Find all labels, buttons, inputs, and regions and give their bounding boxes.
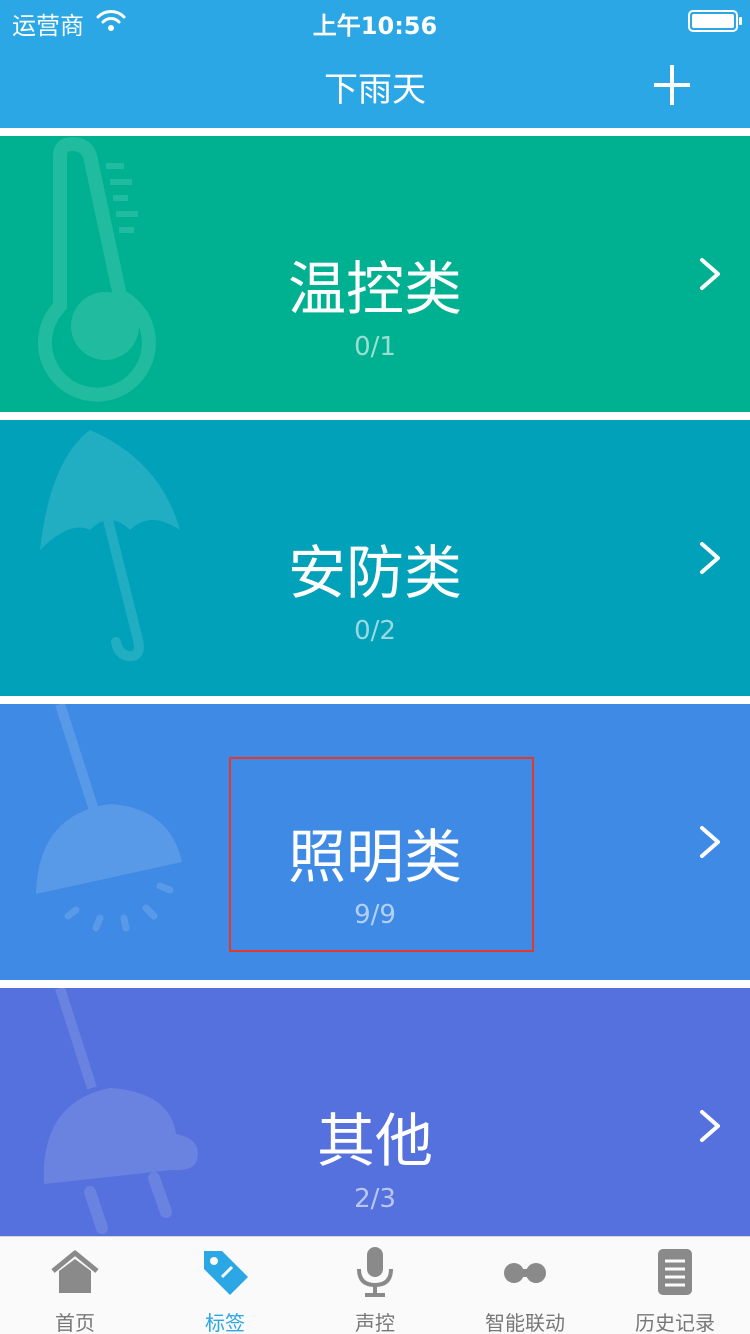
category-card-other[interactable]: 其他 2/3: [0, 988, 750, 1236]
history-icon: [658, 1249, 692, 1295]
tab-label: 历史记录: [635, 1311, 715, 1334]
chevron-right-icon: [700, 542, 720, 574]
category-name: 安防类: [287, 539, 462, 607]
category-count: 0/2: [354, 616, 396, 646]
chevron-right-icon: [700, 1110, 720, 1142]
link-icon: [504, 1263, 546, 1283]
add-button[interactable]: [654, 62, 700, 108]
tab-history[interactable]: 历史记录: [600, 1237, 750, 1334]
category-name: 其他: [316, 1107, 433, 1175]
highlight-box: [229, 757, 534, 952]
battery-icon: [688, 10, 742, 32]
home-icon: [51, 1250, 99, 1293]
tab-label: 声控: [355, 1311, 395, 1334]
nav-bar: 下雨天: [0, 40, 750, 128]
tab-label: 首页: [55, 1311, 95, 1334]
tab-smart-link[interactable]: 智能联动: [450, 1237, 600, 1334]
tab-voice[interactable]: 声控: [300, 1237, 450, 1334]
tab-label: 标签: [205, 1311, 245, 1334]
category-name: 温控类: [287, 255, 462, 323]
clock: 上午10:56: [312, 12, 438, 40]
tag-icon: [204, 1251, 248, 1295]
category-card-temperature[interactable]: 温控类 0/1: [0, 136, 750, 412]
status-bar: 运营商 上午10:56: [0, 0, 750, 40]
microphone-icon: [357, 1247, 393, 1297]
chevron-right-icon: [700, 826, 720, 858]
chevron-right-icon: [700, 258, 720, 290]
category-count: 2/3: [354, 1184, 396, 1214]
tab-home[interactable]: 首页: [0, 1237, 150, 1334]
category-card-security[interactable]: 安防类 0/2: [0, 420, 750, 696]
tab-tags[interactable]: 标签: [150, 1237, 300, 1334]
page-title: 下雨天: [324, 70, 426, 110]
category-count: 0/1: [354, 332, 396, 362]
tab-bar: 首页 标签 声控 智能联动 历史记录: [0, 1236, 750, 1334]
tab-label: 智能联动: [485, 1311, 565, 1334]
